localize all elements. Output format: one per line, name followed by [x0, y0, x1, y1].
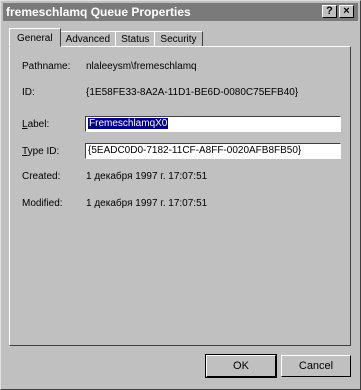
modified-value: 1 декабря 1997 г. 17:07:51 [86, 198, 208, 209]
cancel-button[interactable]: Cancel [281, 355, 351, 377]
label-label: Label: [22, 119, 50, 130]
label-field-value: FremeschlamqX0 [88, 118, 169, 129]
tab-general[interactable]: General [9, 28, 61, 47]
created-value: 1 декабря 1997 г. 17:07:51 [86, 171, 208, 182]
tab-strip: General Advanced Status Security [9, 27, 203, 47]
modified-label: Modified: [22, 198, 63, 209]
id-value: {1E58FE33-8A2A-11D1-BE6D-0080C75EFB40} [86, 87, 299, 98]
close-icon: × [343, 5, 350, 17]
ok-button[interactable]: OK [205, 354, 277, 378]
properties-dialog: fremeschlamq Queue Properties ? × Genera… [0, 0, 361, 390]
tab-status[interactable]: Status [115, 31, 156, 47]
tab-security[interactable]: Security [154, 31, 203, 47]
window-title: fremeschlamq Queue Properties [6, 5, 191, 19]
pathname-value: nlaleeysm\fremeschlamq [86, 61, 197, 72]
pathname-label: Pathname: [22, 61, 71, 72]
typeid-field[interactable]: {5EADC0D0-7182-11CF-A8FF-0020AFB8FB50} [85, 143, 341, 159]
general-panel: Pathname: nlaleeysm\fremeschlamq ID: {1E… [9, 46, 351, 346]
label-field[interactable]: FremeschlamqX0 [85, 116, 341, 132]
typeid-field-value: {5EADC0D0-7182-11CF-A8FF-0020AFB8FB50} [88, 145, 302, 156]
typeid-label: Type ID: [22, 146, 60, 157]
close-button[interactable]: × [339, 5, 354, 18]
help-icon: ? [326, 5, 333, 17]
id-label: ID: [22, 87, 35, 98]
title-bar[interactable]: fremeschlamq Queue Properties ? × [3, 3, 358, 21]
tab-advanced[interactable]: Advanced [59, 31, 117, 47]
help-button[interactable]: ? [322, 5, 337, 18]
created-label: Created: [22, 171, 61, 182]
